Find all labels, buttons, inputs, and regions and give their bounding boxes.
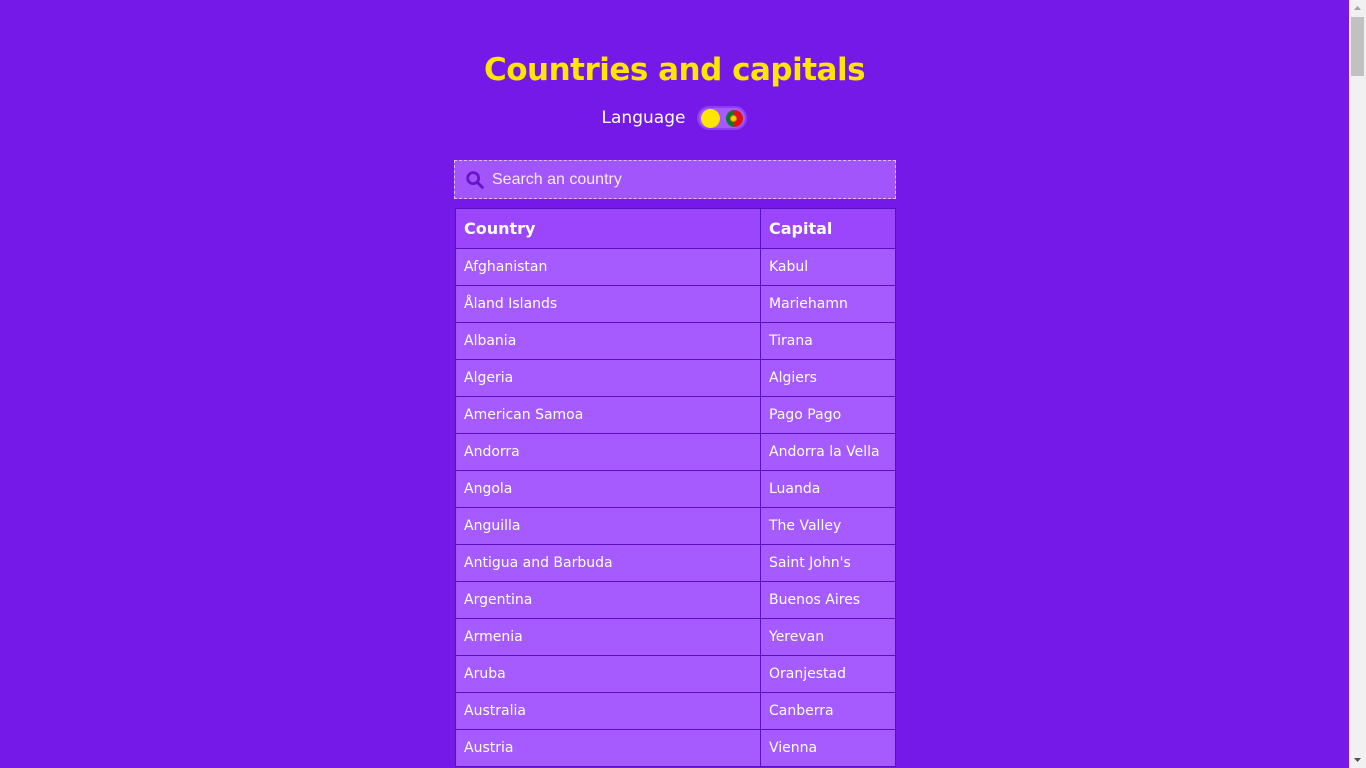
country-cell: Åland Islands: [455, 285, 761, 323]
countries-table: Country Capital Afghanistan Kabul Åland Is…: [455, 208, 896, 767]
capital-cell: Yerevan: [760, 618, 896, 656]
capital-cell: Algiers: [760, 359, 896, 397]
table-body: Afghanistan Kabul Åland Islands Mariehamn Al…: [455, 248, 896, 767]
capital-cell: Mariehamn: [760, 285, 896, 323]
search-input[interactable]: [492, 170, 872, 189]
table-row: Anguilla The Valley: [455, 507, 896, 545]
scroll-up-arrow-icon[interactable]: [1349, 0, 1366, 17]
capital-cell: Tirana: [760, 322, 896, 360]
capital-cell: Buenos Aires: [760, 581, 896, 619]
country-cell: American Samoa: [455, 396, 761, 434]
toggle-knob: [701, 109, 721, 128]
country-cell: Austria: [455, 729, 761, 767]
capital-cell: Luanda: [760, 470, 896, 508]
table-row: Algeria Algiers: [455, 359, 896, 397]
table-header-row: Country Capital: [455, 208, 896, 249]
table-row: Afghanistan Kabul: [455, 248, 896, 286]
table-row: Andorra Andorra la Vella: [455, 433, 896, 471]
vertical-scrollbar[interactable]: [1349, 0, 1366, 768]
capital-cell: Kabul: [760, 248, 896, 286]
country-cell: Andorra: [455, 433, 761, 471]
country-cell: Afghanistan: [455, 248, 761, 286]
search-box: [454, 160, 896, 199]
capital-cell: The Valley: [760, 507, 896, 545]
table-row: Austria Vienna: [455, 729, 896, 767]
country-cell: Armenia: [455, 618, 761, 656]
search-icon: [466, 170, 484, 189]
capital-cell: Vienna: [760, 729, 896, 767]
capital-cell: Pago Pago: [760, 396, 896, 434]
country-cell: Aruba: [455, 655, 761, 693]
table-row: Aruba Oranjestad: [455, 655, 896, 693]
country-cell: Argentina: [455, 581, 761, 619]
table-row: Åland Islands Mariehamn: [455, 285, 896, 323]
language-row: Language: [0, 106, 1349, 130]
page-title: Countries and capitals: [483, 52, 866, 88]
scroll-down-arrow-icon[interactable]: [1349, 751, 1366, 768]
table-row: Albania Tirana: [455, 322, 896, 360]
country-cell: Anguilla: [455, 507, 761, 545]
table-row: Antigua and Barbuda Saint John's: [455, 544, 896, 582]
table-row: Armenia Yerevan: [455, 618, 896, 656]
country-cell: Albania: [455, 322, 761, 360]
capital-column-header: Capital: [760, 208, 896, 249]
capital-cell: Saint John's: [760, 544, 896, 582]
page: Countries and capitals Language Country …: [0, 0, 1349, 768]
scrollbar-thumb[interactable]: [1351, 17, 1364, 76]
language-toggle[interactable]: [697, 106, 748, 130]
country-cell: Antigua and Barbuda: [455, 544, 761, 582]
language-label: Language: [601, 108, 686, 128]
portugal-flag-icon: [726, 110, 744, 127]
capital-cell: Canberra: [760, 692, 896, 730]
table-row: Angola Luanda: [455, 470, 896, 508]
country-cell: Australia: [455, 692, 761, 730]
table-row: Australia Canberra: [455, 692, 896, 730]
country-cell: Angola: [455, 470, 761, 508]
country-column-header: Country: [455, 208, 761, 249]
capital-cell: Andorra la Vella: [760, 433, 896, 471]
country-cell: Algeria: [455, 359, 761, 397]
capital-cell: Oranjestad: [760, 655, 896, 693]
table-row: American Samoa Pago Pago: [455, 396, 896, 434]
table-row: Argentina Buenos Aires: [455, 581, 896, 619]
